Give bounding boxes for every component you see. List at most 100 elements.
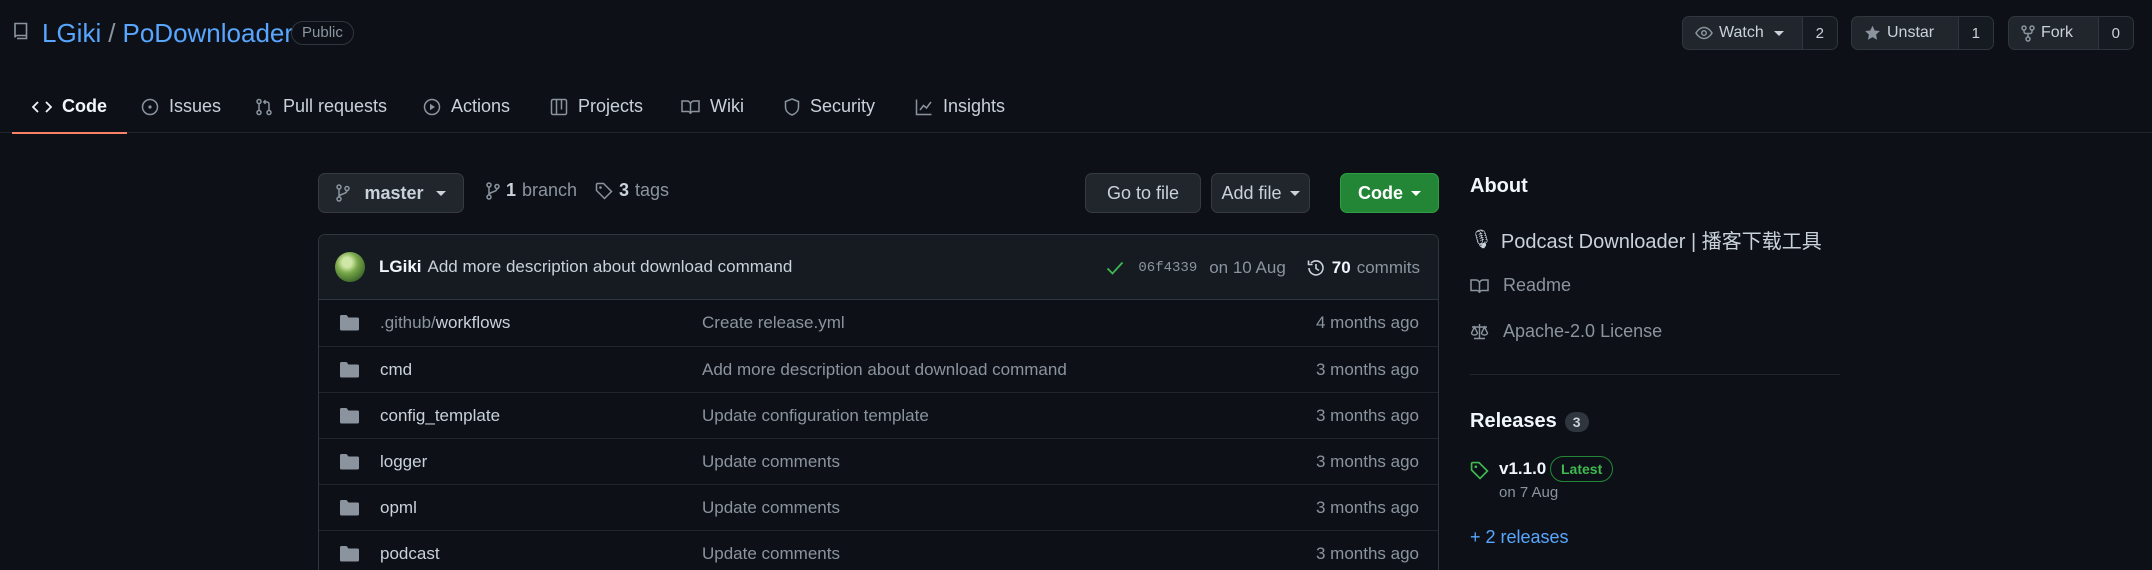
repo-nav-tabs: Code Issues Pull requests Actions Projec… [0, 80, 2152, 134]
visibility-badge: Public [291, 21, 354, 45]
history-icon [1307, 259, 1324, 276]
commit-author-link[interactable]: LGiki [379, 257, 422, 277]
code-download-button[interactable]: Code [1340, 173, 1439, 213]
watch-label: Watch [1719, 24, 1764, 41]
file-name-link[interactable]: logger [380, 452, 427, 472]
branch-name: master [364, 182, 424, 203]
fork-button[interactable]: Fork 0 [2008, 16, 2134, 50]
file-commit-message-link[interactable]: Create release.yml [702, 313, 845, 333]
repo-name-link[interactable]: PoDownloader [122, 18, 293, 48]
releases-heading[interactable]: Releases 3 [1470, 410, 1589, 433]
file-list: .github/workflows Create release.yml 4 mon… [319, 300, 1438, 570]
tab-issues[interactable]: Issues [141, 80, 221, 133]
file-name-link[interactable]: config_template [380, 406, 500, 426]
folder-icon [340, 500, 359, 516]
folder-icon [340, 546, 359, 562]
tab-insights[interactable]: Insights [915, 80, 1005, 133]
commit-date: on 10 Aug [1209, 257, 1286, 277]
file-commit-age: 3 months ago [1315, 543, 1419, 563]
latest-commit-row: LGiki Add more description about downloa… [319, 235, 1438, 300]
file-commit-message-link[interactable]: Update comments [702, 544, 840, 564]
file-commit-age: 3 months ago [1315, 497, 1419, 517]
fork-label: Fork [2041, 24, 2073, 41]
fork-count[interactable]: 0 [2097, 17, 2133, 49]
branches-link[interactable]: 1 branch [486, 180, 577, 201]
git-pull-request-icon [256, 98, 272, 115]
file-path-prefix: .github/ [380, 313, 436, 332]
tag-icon [595, 182, 613, 200]
latest-badge: Latest [1550, 456, 1614, 482]
tab-wiki[interactable]: Wiki [681, 80, 744, 133]
tags-link[interactable]: 3 tags [595, 180, 669, 201]
file-name: logger [380, 451, 428, 471]
book-icon [681, 99, 700, 114]
file-name-link[interactable]: cmd [380, 360, 412, 380]
file-commit-message-link[interactable]: Add more description about download comm… [702, 360, 1067, 380]
code-icon [32, 100, 52, 113]
add-file-button[interactable]: Add file [1211, 173, 1310, 213]
tab-label: Security [810, 96, 876, 116]
file-commit-message-link[interactable]: Update configuration template [702, 406, 929, 426]
file-row: opml Update comments 3 months ago [319, 484, 1438, 530]
check-icon[interactable] [1106, 261, 1124, 275]
tab-code[interactable]: Code [12, 80, 127, 134]
law-icon [1470, 324, 1489, 340]
tag-word: tags [635, 180, 670, 200]
file-name: podcast [380, 543, 440, 563]
commit-count: 70 [1331, 257, 1351, 277]
go-to-file-button[interactable]: Go to file [1085, 173, 1201, 213]
watch-button[interactable]: Watch 2 [1682, 16, 1838, 50]
chevron-down-icon [1773, 30, 1784, 36]
play-icon [423, 98, 441, 115]
readme-link[interactable]: Readme [1470, 275, 1571, 296]
branch-word: branch [522, 180, 578, 200]
watch-count[interactable]: 2 [1801, 17, 1837, 49]
file-commit-age: 3 months ago [1315, 405, 1419, 425]
about-heading: About [1470, 175, 1528, 197]
chevron-down-icon [435, 190, 446, 196]
folder-icon [340, 408, 359, 424]
star-count[interactable]: 1 [1957, 17, 1993, 49]
tab-security[interactable]: Security [784, 80, 875, 133]
repo-title: LGiki / PoDownloader [42, 17, 293, 49]
commit-sha-link[interactable]: 06f4339 [1138, 260, 1197, 276]
star-fill-icon [1865, 25, 1880, 40]
avatar[interactable] [335, 252, 365, 282]
folder-icon [340, 362, 359, 378]
tab-label: Issues [169, 96, 222, 116]
repo-owner-link[interactable]: LGiki [42, 18, 101, 48]
microphone-emoji: 🎙 [1470, 229, 1493, 249]
release-version-link[interactable]: v1.1.0 [1499, 459, 1546, 479]
unstar-button[interactable]: Unstar 1 [1851, 16, 1994, 50]
file-row: config_template Update configuration temp… [319, 392, 1438, 438]
tab-actions[interactable]: Actions [423, 80, 510, 133]
file-name-link[interactable]: opml [380, 498, 417, 518]
issue-opened-icon [141, 98, 159, 115]
chevron-down-icon [1289, 190, 1300, 196]
commits-history-link[interactable]: 70 commits [1306, 258, 1420, 278]
git-branch-icon [486, 181, 500, 200]
table-icon [550, 98, 568, 115]
tab-label: Insights [943, 96, 1006, 116]
file-name-link[interactable]: .github/workflows [380, 313, 510, 333]
file-name: workflows [435, 313, 511, 332]
releases-heading-label: Releases [1470, 410, 1557, 432]
license-link[interactable]: Apache-2.0 License [1470, 321, 1662, 342]
eye-icon [1695, 26, 1713, 40]
tab-label: Actions [451, 96, 511, 116]
more-releases-link[interactable]: + 2 releases [1470, 527, 1569, 548]
tab-projects[interactable]: Projects [550, 80, 643, 133]
file-name-link[interactable]: podcast [380, 544, 440, 564]
branch-select-button[interactable]: master [318, 173, 464, 213]
readme-label: Readme [1503, 275, 1572, 295]
tab-pull-requests[interactable]: Pull requests [255, 80, 387, 133]
commit-word: commits [1356, 257, 1420, 277]
file-commit-message-link[interactable]: Update comments [702, 452, 840, 472]
file-commit-message-link[interactable]: Update comments [702, 498, 840, 518]
file-commit-age: 3 months ago [1315, 359, 1419, 379]
unstar-label: Unstar [1887, 24, 1935, 41]
file-name: cmd [380, 359, 413, 379]
repo-description: 🎙 Podcast Downloader | 播客下载工具 [1470, 225, 1822, 254]
commit-message-link[interactable]: Add more description about download comm… [428, 257, 793, 277]
releases-count: 3 [1564, 411, 1589, 432]
